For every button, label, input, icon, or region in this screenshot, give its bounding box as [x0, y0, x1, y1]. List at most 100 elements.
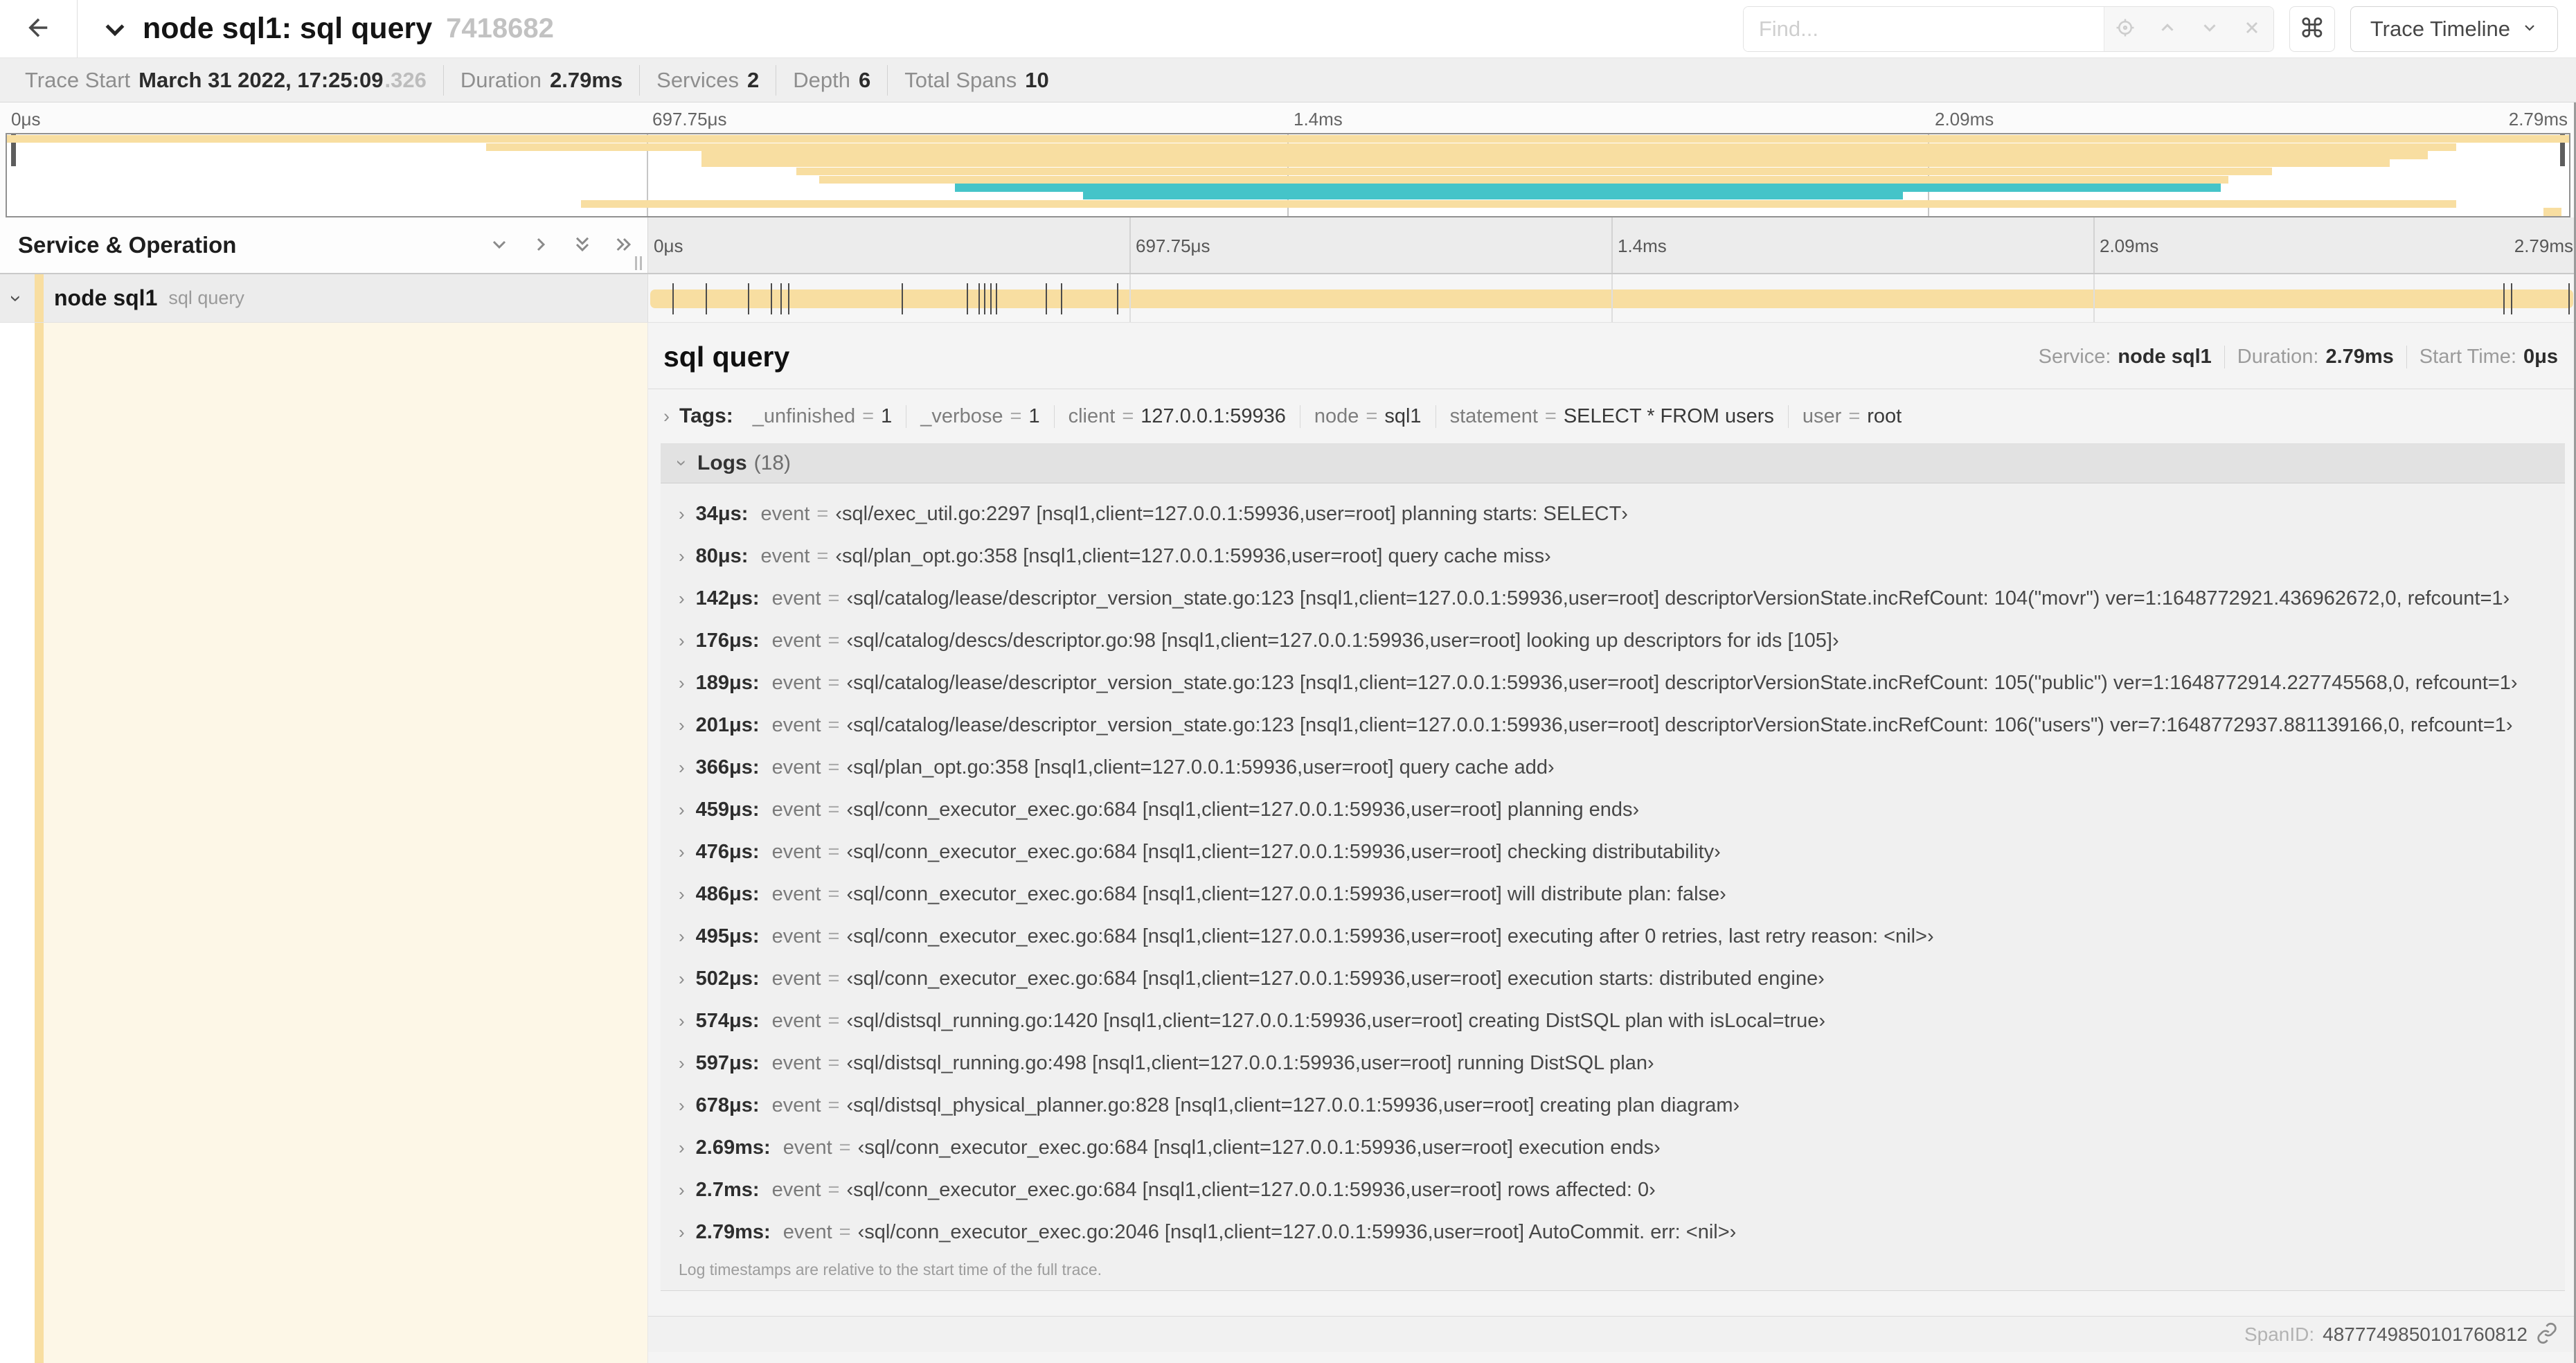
trace-info-label: Services	[656, 67, 740, 92]
log-entry-row[interactable]: › 142μs: event = ‹sql/catalog/lease/descript…	[661, 578, 2565, 620]
minimap-span-bar	[955, 184, 2221, 192]
service-operation-header: Service & Operation	[0, 217, 648, 273]
chevron-down-icon: ›	[672, 460, 692, 466]
view-selector-button[interactable]: Trace Timeline	[2350, 6, 2558, 52]
log-entry-row[interactable]: › 80μs: event = ‹sql/plan_opt.go:358 [nsql1,…	[661, 535, 2565, 578]
trace-info-value: 2.79ms	[550, 67, 623, 92]
log-entry-row[interactable]: › 476μs: event = ‹sql/conn_executor_exec.go:…	[661, 831, 2565, 873]
log-timestamp: 597μs:	[695, 1052, 760, 1074]
log-field-name: event	[771, 883, 821, 905]
timeline-gridline	[1611, 274, 1613, 322]
chevron-down-icon[interactable]	[101, 15, 129, 43]
log-entry-row[interactable]: › 495μs: event = ‹sql/conn_executor_exec.go:…	[661, 916, 2565, 958]
equals-sign: =	[828, 672, 840, 694]
minimap-ruler: 0μs 697.75μs 1.4ms 2.09ms 2.79ms	[6, 103, 2570, 133]
log-field-name: event	[771, 799, 821, 821]
expand-all-button[interactable]	[613, 233, 635, 258]
log-entry-row[interactable]: › 502μs: event = ‹sql/conn_executor_exec.go:…	[661, 958, 2565, 1000]
log-entry-row[interactable]: › 486μs: event = ‹sql/conn_executor_exec.go:…	[661, 873, 2565, 916]
next-match-button[interactable]	[2189, 7, 2231, 51]
trace-info-value: 6	[859, 67, 871, 92]
log-tick	[2503, 283, 2505, 314]
chevron-right-icon: ›	[679, 1010, 685, 1031]
log-entry-row[interactable]: › 2.79ms: event = ‹sql/conn_executor_exec.go…	[661, 1211, 2565, 1254]
prev-match-button[interactable]	[2147, 7, 2189, 51]
equals-sign: =	[828, 1179, 840, 1201]
log-field-name: event	[771, 968, 821, 990]
log-timestamp: 176μs:	[695, 630, 760, 652]
tag-item[interactable]: statement = SELECT * FROM users	[1435, 405, 1788, 428]
tag-item[interactable]: _unfinished = 1	[739, 405, 906, 428]
tag-item[interactable]: _verbose = 1	[906, 405, 1053, 428]
log-timestamp: 2.69ms:	[695, 1137, 771, 1159]
log-timestamp: 2.79ms:	[695, 1221, 771, 1243]
locate-button[interactable]	[2104, 7, 2147, 51]
tag-key: user	[1802, 405, 1842, 427]
back-button[interactable]	[0, 0, 78, 57]
equals-sign: =	[828, 925, 840, 947]
chevron-up-icon	[2157, 17, 2178, 40]
equals-sign: =	[1544, 405, 1557, 427]
span-detail-header: sql query Service: node sql1 Duration: 2.79…	[648, 323, 2576, 389]
tags-section-toggle[interactable]: › Tags: _unfinished = 1 _verbose = 1 client = 12…	[648, 389, 2576, 439]
ruler-tick-label: 1.4ms	[1294, 109, 1343, 130]
tag-item[interactable]: node = sql1	[1299, 405, 1435, 428]
chevron-right-icon: ›	[679, 1095, 685, 1116]
equals-sign: =	[828, 1094, 840, 1116]
logs-section: › Logs (18) › 34μs: event = ‹sql/exec_util.g…	[661, 443, 2565, 1291]
chevron-right-icon: ›	[679, 1179, 685, 1200]
log-entry-row[interactable]: › 34μs: event = ‹sql/exec_util.go:2297 [nsql…	[661, 493, 2565, 535]
collapse-chevron-icon[interactable]: ›	[4, 295, 28, 302]
log-field-value: ‹sql/conn_executor_exec.go:2046 [nsql1,c…	[857, 1221, 1737, 1243]
log-timestamp: 574μs:	[695, 1010, 760, 1032]
span-detail-left-fill	[44, 323, 647, 1363]
log-entry-row[interactable]: › 189μs: event = ‹sql/catalog/lease/descript…	[661, 662, 2565, 704]
log-entry-row[interactable]: › 2.7ms: event = ‹sql/conn_executor_exec.go:…	[661, 1169, 2565, 1211]
log-field-value: ‹sql/conn_executor_exec.go:684 [nsql1,cl…	[846, 883, 1726, 905]
expand-one-button[interactable]	[530, 233, 552, 258]
span-row-timeline-cell[interactable]	[648, 274, 2576, 322]
log-field-value: ‹sql/conn_executor_exec.go:684 [nsql1,cl…	[846, 925, 1934, 947]
logs-title: Logs	[697, 451, 747, 474]
tag-item[interactable]: user = root	[1787, 405, 1915, 428]
keyboard-shortcuts-button[interactable]: ⌘	[2289, 6, 2335, 52]
log-entry-row[interactable]: › 176μs: event = ‹sql/catalog/descs/descript…	[661, 620, 2565, 662]
find-input[interactable]	[1743, 6, 2104, 51]
log-entry-row[interactable]: › 597μs: event = ‹sql/distsql_running.go:498…	[661, 1042, 2565, 1085]
span-meta-item: Service: node sql1	[2026, 346, 2224, 368]
tag-value: sql1	[1384, 405, 1422, 427]
log-entry-row[interactable]: › 678μs: event = ‹sql/distsql_physical_plann…	[661, 1085, 2565, 1127]
log-tick	[672, 283, 674, 314]
clear-search-button[interactable]	[2231, 7, 2273, 51]
chevron-right-icon: ›	[679, 504, 685, 524]
chevron-right-icon: ›	[679, 884, 685, 905]
minimap-span-bar	[2543, 208, 2561, 216]
log-entry-row[interactable]: › 2.69ms: event = ‹sql/conn_executor_exec.go…	[661, 1127, 2565, 1169]
log-entry-row[interactable]: › 366μs: event = ‹sql/plan_opt.go:358 [nsql1…	[661, 747, 2565, 789]
minimap-canvas[interactable]	[6, 133, 2570, 217]
log-field-value: ‹sql/conn_executor_exec.go:684 [nsql1,cl…	[846, 799, 1640, 821]
span-row-name-cell[interactable]: › node sql1 sql query	[0, 274, 648, 322]
logs-section-toggle[interactable]: › Logs (18)	[661, 443, 2565, 483]
equals-sign: =	[1366, 405, 1378, 427]
span-meta: Service: node sql1 Duration: 2.79ms Start Ti…	[2026, 346, 2558, 368]
log-timestamp: 2.7ms:	[695, 1179, 760, 1201]
trace-info-item: Services 2	[639, 64, 776, 96]
collapse-one-button[interactable]	[488, 233, 510, 258]
log-timestamp: 189μs:	[695, 672, 760, 694]
log-entry-row[interactable]: › 459μs: event = ‹sql/conn_executor_exec.go:…	[661, 789, 2565, 831]
trace-info-item: Depth 6	[776, 64, 887, 96]
deep-link-button[interactable]	[2536, 1322, 2558, 1346]
trace-title-group[interactable]: node sql1: sql query 7418682	[101, 12, 554, 46]
tag-item[interactable]: client = 127.0.0.1:59936	[1053, 405, 1300, 428]
log-field-name: event	[782, 1137, 832, 1159]
log-field-value: ‹sql/exec_util.go:2297 [nsql1,client=127…	[835, 503, 1628, 525]
timeline-ruler: 0μs 697.75μs 1.4ms 2.09ms 2.79ms	[648, 217, 2576, 273]
span-meta-label: Start Time:	[2419, 346, 2516, 368]
column-resizer-handle[interactable]	[635, 256, 642, 270]
trace-info-item: Trace Start March 31 2022, 17:25:09.326	[8, 65, 443, 96]
collapse-all-button[interactable]	[571, 233, 593, 258]
log-entry-row[interactable]: › 201μs: event = ‹sql/catalog/lease/descript…	[661, 704, 2565, 747]
log-entry-row[interactable]: › 574μs: event = ‹sql/distsql_running.go:142…	[661, 1000, 2565, 1042]
span-meta-value: 2.79ms	[2325, 346, 2394, 368]
